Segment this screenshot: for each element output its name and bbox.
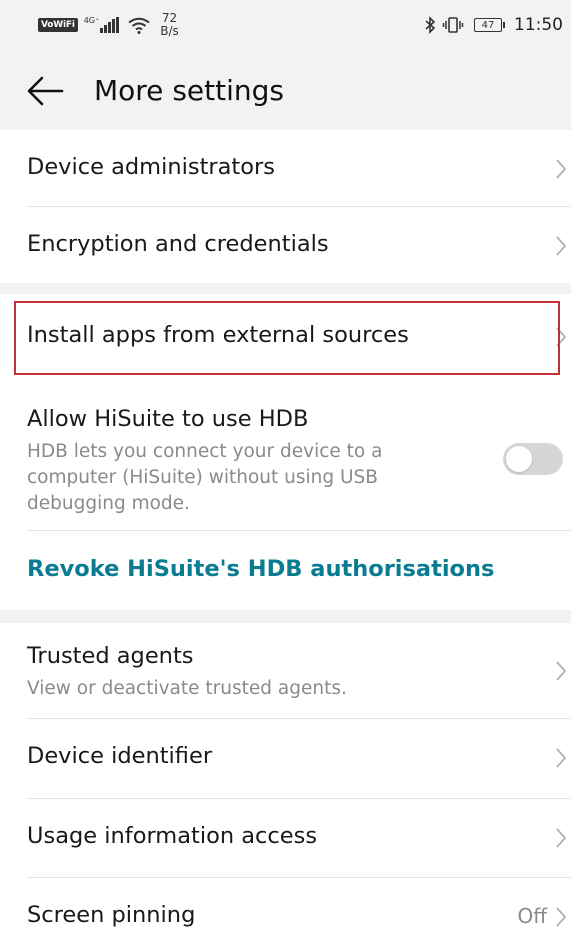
back-arrow-icon[interactable] xyxy=(26,74,66,108)
device-administrators-item[interactable]: Device administrators xyxy=(0,130,571,207)
chevron-right-icon xyxy=(556,159,567,179)
bluetooth-icon xyxy=(425,16,436,34)
item-label: Usage information access xyxy=(27,823,318,849)
item-label: Trusted agents xyxy=(27,643,194,669)
vowifi-badge: VoWiFi xyxy=(38,18,78,32)
status-right: 47 11:50 xyxy=(424,12,563,38)
toggle-knob xyxy=(506,446,532,472)
usage-information-item[interactable]: Usage information access xyxy=(0,799,571,877)
settings-group-1: Device administrators Encryption and cre… xyxy=(0,130,571,283)
trusted-agents-item[interactable]: Trusted agents View or deactivate truste… xyxy=(0,623,571,718)
item-label: Device identifier xyxy=(27,743,213,769)
status-left: VoWiFi 4G⁺ 72 B/s xyxy=(38,12,179,38)
battery-icon: 47 xyxy=(474,18,505,32)
highlight-box xyxy=(14,301,560,375)
hdb-toggle[interactable] xyxy=(503,443,563,475)
chevron-right-icon xyxy=(556,828,567,848)
status-time: 11:50 xyxy=(514,15,563,35)
network-speed-unit: B/s xyxy=(160,24,179,38)
title-bar: More settings xyxy=(0,52,571,130)
network-speed: 72 B/s xyxy=(160,12,179,38)
settings-group-3: Trusted agents View or deactivate truste… xyxy=(0,623,571,944)
item-label: Allow HiSuite to use HDB xyxy=(27,406,309,432)
page-title: More settings xyxy=(94,74,284,107)
vibrate-icon xyxy=(442,17,464,33)
wifi-icon xyxy=(128,17,150,34)
revoke-hdb-item[interactable]: Revoke HiSuite's HDB authorisations xyxy=(0,531,571,610)
chevron-right-icon xyxy=(556,907,567,927)
encryption-credentials-item[interactable]: Encryption and credentials xyxy=(0,207,571,283)
item-label: Screen pinning xyxy=(27,902,196,928)
device-identifier-item[interactable]: Device identifier xyxy=(0,719,571,798)
status-bar: VoWiFi 4G⁺ 72 B/s 47 11:50 xyxy=(0,0,571,50)
revoke-hdb-link[interactable]: Revoke HiSuite's HDB authorisations xyxy=(27,556,494,582)
chevron-right-icon xyxy=(556,236,567,256)
signal-strength-icon xyxy=(100,17,120,33)
chevron-right-icon xyxy=(556,748,567,768)
item-description: View or deactivate trusted agents. xyxy=(27,678,347,699)
item-label: Device administrators xyxy=(27,154,275,180)
network-speed-value: 72 xyxy=(161,11,178,25)
allow-hisuite-hdb-item: Allow HiSuite to use HDB HDB lets you co… xyxy=(0,382,571,530)
chevron-right-icon xyxy=(556,661,567,681)
network-type-label: 4G⁺ xyxy=(83,15,100,25)
item-label: Encryption and credentials xyxy=(27,231,329,257)
screen-pinning-value: Off xyxy=(517,904,547,928)
screen-pinning-item[interactable]: Screen pinning Off xyxy=(0,878,571,944)
item-description: HDB lets you connect your device to a co… xyxy=(27,441,383,514)
